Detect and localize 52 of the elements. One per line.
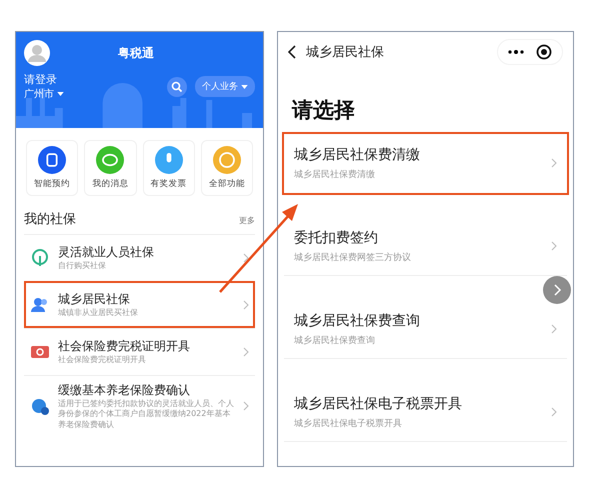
item-title: 城乡居民社保费清缴 — [294, 146, 421, 164]
back-icon[interactable] — [288, 45, 296, 59]
chevron-icon — [551, 241, 557, 251]
shortcut-tile[interactable]: 有奖发票 — [142, 140, 195, 196]
chevron-icon — [551, 324, 557, 334]
list-item[interactable]: 社会保险费完税证明开具 社会保险费完税证明开具 — [24, 328, 255, 375]
list-item[interactable]: 灵活就业人员社保 自行购买社保 — [24, 234, 255, 281]
city-selector[interactable]: 广州市 — [24, 87, 64, 101]
page-heading: 请选择 — [292, 97, 356, 124]
section-title: 我的社保 — [24, 211, 76, 228]
shortcut-tile[interactable]: 智能预约 — [26, 140, 78, 196]
people-icon — [30, 295, 50, 315]
login-link[interactable]: 请登录 — [24, 72, 57, 87]
chevron-icon — [243, 400, 249, 410]
list-item[interactable]: 委托扣费签约 城乡居民社保费网签三方协议 — [284, 217, 567, 276]
chevron-icon — [551, 158, 557, 168]
list-item[interactable]: 城乡居民社保电子税票开具 城乡居民社保电子税票开具 — [284, 383, 567, 442]
shortcut-tile[interactable]: 我的消息 — [84, 140, 136, 196]
caret-icon — [241, 84, 248, 89]
search-icon[interactable] — [167, 76, 188, 96]
next-button[interactable] — [543, 276, 571, 304]
page-title: 城乡居民社保 — [306, 44, 385, 61]
item-title: 城乡居民社保 — [58, 291, 131, 308]
chevron-icon — [243, 253, 249, 263]
item-subtitle: 城乡居民社保电子税票开具 — [294, 418, 403, 430]
chevron-icon — [551, 407, 557, 417]
item-subtitle: 城镇非从业居民买社保 — [58, 308, 139, 319]
list-item[interactable]: 城乡居民社保 城镇非从业居民买社保 — [24, 281, 255, 328]
item-title: 城乡居民社保电子税票开具 — [294, 394, 463, 412]
caret-icon — [57, 92, 64, 96]
item-subtitle: 自行购买社保 — [58, 261, 107, 272]
item-subtitle: 城乡居民社保费查询 — [294, 334, 376, 346]
item-subtitle: 适用于已签约委托扣款协议的灵活就业人员、个人身份参保的个体工商户自愿暂缓缴纳2022年基本养老保险费确认 — [58, 399, 235, 429]
item-title: 缓缴基本养老保险费确认 — [58, 382, 191, 399]
more-icon[interactable] — [508, 50, 524, 54]
more-link[interactable]: 更多 — [239, 215, 255, 226]
avatar-icon[interactable] — [24, 40, 50, 66]
chevron-icon — [243, 347, 249, 357]
shortcut-tile[interactable]: 全部功能 — [200, 140, 253, 196]
item-title: 社会保险费完税证明开具 — [58, 338, 191, 355]
list-item[interactable]: 城乡居民社保费清缴 城乡居民社保费清缴 — [284, 134, 567, 193]
item-title: 城乡居民社保费查询 — [294, 312, 421, 330]
menu-capsule[interactable] — [497, 39, 563, 65]
item-subtitle: 城乡居民社保费清缴 — [294, 168, 376, 180]
app-title: 粤税通 — [118, 44, 154, 62]
item-subtitle: 城乡居民社保费网签三方协议 — [294, 252, 412, 264]
item-title: 灵活就业人员社保 — [58, 244, 155, 262]
item-title: 委托扣费签约 — [294, 228, 379, 246]
item-subtitle: 社会保险费完税证明开具 — [58, 355, 147, 366]
signal-icon — [30, 248, 50, 268]
list-item[interactable]: 缓缴基本养老保险费确认 适用于已签约委托扣款协议的灵活就业人员、个人身份参保的个体工商户自愿暂缓缴纳2022年基本养老保险费确认 — [24, 375, 255, 435]
chevron-icon — [243, 300, 249, 310]
